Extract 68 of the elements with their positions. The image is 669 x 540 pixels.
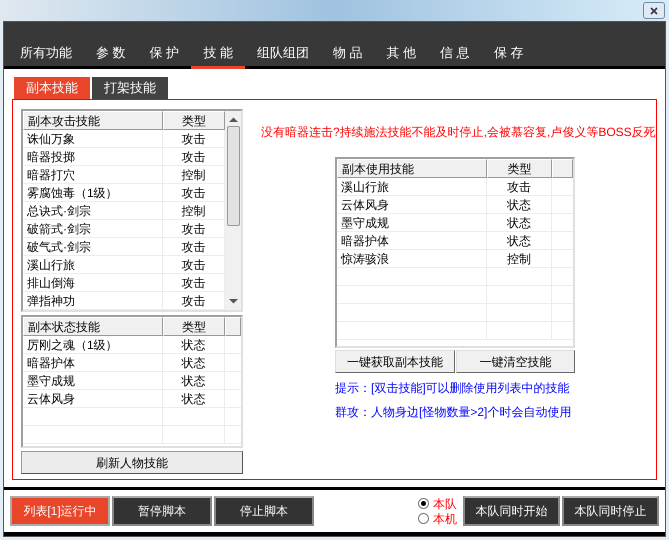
column-header[interactable]: 副本使用技能 [337,159,487,178]
table-cell: 弹指神功 [23,292,163,309]
table-cell: 破箭式·剑宗 [23,220,163,237]
radio-option[interactable]: 本机 [418,511,457,526]
script-button[interactable]: 停止脚本 [214,496,314,526]
table-cell: 溪山行旅 [337,178,487,195]
nav-tab[interactable]: 参 数 [84,39,138,69]
team-button[interactable]: 本队同时停止 [562,496,659,526]
table-cell: 墨守成规 [337,214,487,231]
table-cell: 控制 [487,250,552,267]
table-cell: 墨守成规 [23,372,163,389]
hint-text: 提示：[双击技能]可以删除使用列表中的技能 [335,380,571,397]
sub-tab[interactable]: 副本技能 [14,77,90,99]
table-cell: 惊涛骇浪 [337,250,487,267]
table-cell: 状态 [163,354,225,371]
table-cell: 暗器护体 [337,232,487,249]
radio-label: 本机 [433,510,457,528]
nav-tab[interactable]: 技 能 [191,39,245,69]
table-cell: 暗器护体 [23,354,163,371]
warning-text: 没有暗器连击?持续施法技能不能及时停止,会被慕容复,卢俊义等BOSS反死 [261,124,656,141]
scroll-down-icon[interactable] [228,298,238,304]
column-header[interactable]: 副本状态技能 [23,317,163,336]
column-header[interactable]: 类型 [163,111,225,130]
radio-button[interactable] [418,513,429,524]
nav-tab[interactable]: 所有功能 [8,39,84,69]
team-button[interactable]: 本队同时开始 [463,496,560,526]
table-cell: 状态 [163,390,225,407]
status-button[interactable]: 列表[1]运行中 [10,496,110,526]
nav-tab[interactable]: 物 品 [320,39,374,69]
table-cell: 状态 [163,372,225,389]
table-cell: 状态 [487,232,552,249]
close-icon [650,6,658,14]
table-cell: 破气式·剑宗 [23,238,163,255]
column-header[interactable]: 副本攻击技能 [23,111,163,130]
nav-tab[interactable]: 保 护 [138,39,192,69]
hint-text: 群攻：人物身边[怪物数量>2]个时会自动使用 [335,404,572,421]
table-cell: 诛仙万象 [23,130,163,147]
nav-tab[interactable]: 信 息 [428,39,482,69]
nav-tab[interactable]: 保 存 [482,39,536,69]
table-cell: 暗器打穴 [23,166,163,183]
column-header[interactable]: 类型 [487,159,552,178]
table-cell: 排山倒海 [23,274,163,291]
nav-tab[interactable]: 其 他 [374,39,428,69]
table-cell: 厉刚之魂（1级） [23,336,163,353]
table-cell: 状态 [487,196,552,213]
close-button[interactable] [643,2,665,19]
sub-tab[interactable]: 打架技能 [92,77,168,99]
refresh-button[interactable]: 刷新人物技能 [21,451,243,474]
radio-option[interactable]: 本队 [418,496,457,511]
table-cell: 云体风身 [337,196,487,213]
table-cell: 暗器投掷 [23,148,163,165]
table-cell: 状态 [487,214,552,231]
radio-button[interactable] [418,498,429,509]
table-cell: 攻击 [487,178,552,195]
table-cell: 雾腐蚀毒（1级） [23,184,163,201]
script-button[interactable]: 暂停脚本 [112,496,212,526]
action-button[interactable]: 一键获取副本技能 [335,350,454,373]
table-cell: 云体风身 [23,390,163,407]
scrollbar[interactable] [225,111,241,310]
table-cell: 状态 [163,336,225,353]
column-header[interactable]: 类型 [163,317,225,336]
action-button[interactable]: 一键清空技能 [456,350,575,373]
nav-tab[interactable]: 组队组团 [244,39,321,69]
table-cell: 溪山行旅 [23,256,163,273]
scroll-up-icon[interactable] [228,117,238,123]
radio-label: 本队 [433,496,457,512]
table-cell: 总诀式·剑宗 [23,202,163,219]
scroll-thumb[interactable] [226,126,240,226]
